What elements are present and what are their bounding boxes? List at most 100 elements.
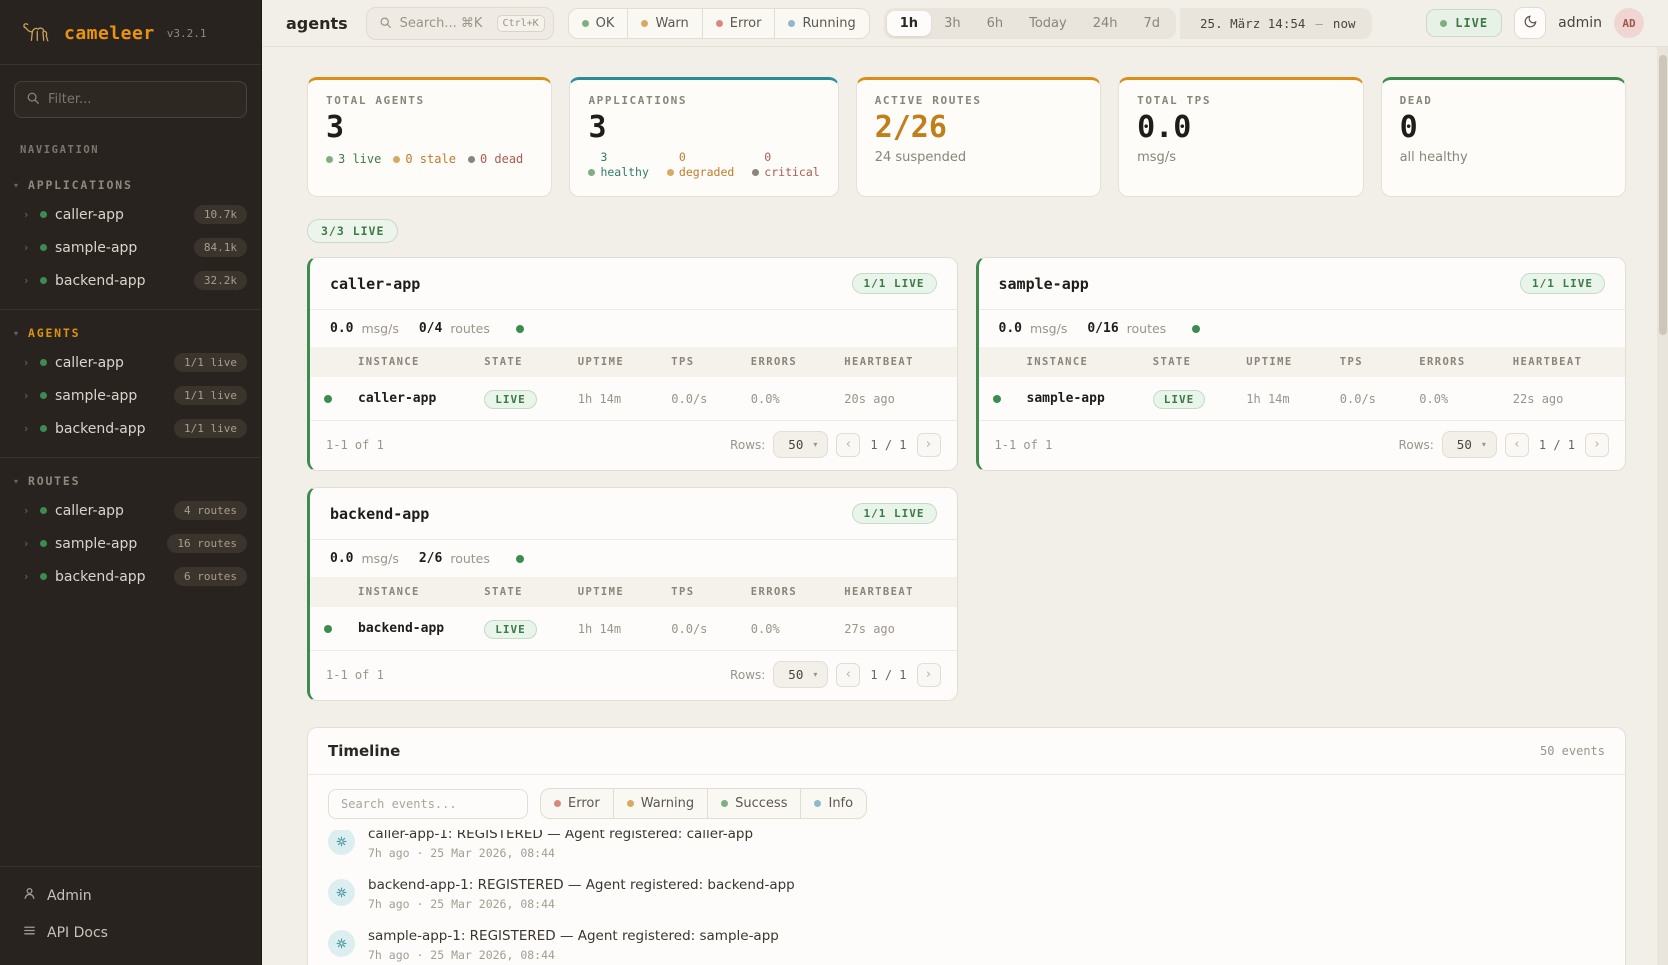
page-scrollbar[interactable] [1657, 47, 1668, 965]
gear-icon [328, 830, 355, 855]
page-indicator: 1 / 1 [868, 438, 908, 452]
timeline-chip-success[interactable]: Success [707, 789, 800, 818]
section-header-applications[interactable]: ▾ APPLICATIONS [0, 172, 261, 198]
chevron-right-icon: › [24, 537, 32, 550]
stat-label: TOTAL AGENTS [326, 94, 533, 107]
event-timestamp: 7h ago · 25 Mar 2026, 08:44 [368, 897, 795, 911]
stat-value: 3 [326, 111, 533, 144]
timeline-chip-error[interactable]: Error [541, 789, 613, 818]
prev-page-button[interactable]: ‹ [1505, 433, 1529, 457]
time-range-today[interactable]: Today [1016, 11, 1080, 36]
table-row[interactable]: backend-app LIVE 1h 14m 0.0/s 0.0% 27s a… [310, 607, 957, 651]
filter-chip-ok[interactable]: OK [569, 9, 628, 38]
prev-page-button[interactable]: ‹ [836, 433, 860, 457]
timeline-event[interactable]: backend-app-1: REGISTERED — Agent regist… [328, 869, 1605, 920]
time-range-3h[interactable]: 3h [931, 11, 974, 36]
sidebar-item-routes-backend-app[interactable]: › backend-app 6 routes [0, 560, 261, 593]
chip-label: Warning [641, 796, 694, 811]
next-page-button[interactable]: › [1585, 433, 1609, 457]
sidebar-item-admin[interactable]: Admin [0, 877, 261, 914]
app-card-title[interactable]: sample-app [999, 275, 1089, 293]
sidebar-item-routes-sample-app[interactable]: › sample-app 16 routes [0, 527, 261, 560]
app-card-title[interactable]: backend-app [330, 505, 429, 523]
filter-field[interactable] [48, 92, 235, 107]
col-heartbeat: HEARTBEAT [1513, 356, 1611, 368]
section-title: AGENTS [28, 326, 80, 340]
footer-label: Admin [47, 888, 92, 904]
rows-per-page-select[interactable]: 50 ▾ [1442, 431, 1497, 458]
sidebar-footer: Admin API Docs [0, 866, 261, 965]
scrollbar-thumb[interactable] [1659, 55, 1667, 335]
stat-value: 0.0 [1137, 111, 1344, 144]
date-range-display[interactable]: 25. März 14:54 — now [1180, 8, 1371, 39]
event-title: sample-app-1: REGISTERED — Agent registe… [368, 928, 779, 944]
date-range-end: now [1333, 16, 1356, 31]
stale-dot [393, 156, 400, 163]
cell-errors: 0.0% [751, 392, 845, 406]
timeline-event[interactable]: caller-app-1: REGISTERED — Agent registe… [328, 830, 1605, 869]
item-label: sample-app [55, 240, 186, 256]
col-tps: TPS [1340, 356, 1420, 368]
moon-icon [1523, 14, 1538, 33]
sidebar-item-agents-sample-app[interactable]: › sample-app 1/1 live [0, 379, 261, 412]
time-range-7d[interactable]: 7d [1131, 11, 1174, 36]
cell-uptime: 1h 14m [578, 392, 672, 406]
col-errors: ERRORS [751, 356, 845, 368]
table-row[interactable]: caller-app LIVE 1h 14m 0.0/s 0.0% 20s ag… [310, 377, 957, 421]
timeline-event[interactable]: sample-app-1: REGISTERED — Agent registe… [328, 920, 1605, 965]
sidebar-item-agents-backend-app[interactable]: › backend-app 1/1 live [0, 412, 261, 445]
col-instance: INSTANCE [358, 586, 484, 598]
live-label: LIVE [1455, 16, 1488, 30]
sidebar-item-applications-sample-app[interactable]: › sample-app 84.1k [0, 231, 261, 264]
timeline-chip-warning[interactable]: Warning [613, 789, 707, 818]
sidebar-item-agents-caller-app[interactable]: › caller-app 1/1 live [0, 346, 261, 379]
col-errors: ERRORS [751, 586, 845, 598]
timeline-search-input[interactable] [328, 789, 528, 819]
app-logo[interactable]: cameleer v3.2.1 [0, 0, 261, 64]
time-range-6h[interactable]: 6h [974, 11, 1017, 36]
avatar[interactable]: AD [1614, 8, 1644, 38]
timeline-events-list[interactable]: caller-app-1: REGISTERED — Agent registe… [308, 830, 1625, 965]
status-dot [40, 540, 47, 547]
chevron-down-icon: ▾ [813, 670, 817, 679]
time-range-1h[interactable]: 1h [887, 11, 931, 36]
cell-uptime: 1h 14m [1246, 392, 1340, 406]
col-instance: INSTANCE [1027, 356, 1153, 368]
sidebar-item-routes-caller-app[interactable]: › caller-app 4 routes [0, 494, 261, 527]
nav-section-routes: ▾ ROUTES › caller-app 4 routes › sample-… [0, 458, 261, 605]
global-search-input[interactable]: Search... ⌘K Ctrl+K [366, 7, 554, 40]
filter-chip-running[interactable]: Running [774, 9, 868, 38]
status-dot [40, 211, 47, 218]
sidebar-item-api-docs[interactable]: API Docs [0, 914, 261, 951]
filter-chip-error[interactable]: Error [702, 9, 775, 38]
cell-tps: 0.0/s [671, 392, 751, 406]
prev-page-button[interactable]: ‹ [836, 663, 860, 687]
cell-heartbeat: 27s ago [844, 622, 942, 636]
sidebar-item-applications-caller-app[interactable]: › caller-app 10.7k [0, 198, 261, 231]
live-dot [326, 156, 333, 163]
theme-toggle-button[interactable] [1514, 7, 1546, 39]
live-status-badge[interactable]: LIVE [1426, 9, 1502, 37]
rows-per-page-select[interactable]: 50 ▾ [773, 661, 828, 688]
sidebar-item-applications-backend-app[interactable]: › backend-app 32.2k [0, 264, 261, 297]
status-dot [40, 277, 47, 284]
next-page-button[interactable]: › [917, 663, 941, 687]
next-page-button[interactable]: › [917, 433, 941, 457]
caret-icon: ▾ [14, 329, 18, 338]
status-dot [40, 244, 47, 251]
section-header-routes[interactable]: ▾ ROUTES [0, 468, 261, 494]
status-dot [324, 395, 332, 403]
stat-card-active-routes: ACTIVE ROUTES 2/26 24 suspended [856, 77, 1101, 197]
section-header-agents[interactable]: ▾ AGENTS [0, 320, 261, 346]
table-row[interactable]: sample-app LIVE 1h 14m 0.0/s 0.0% 22s ag… [979, 377, 1626, 421]
app-card-title[interactable]: caller-app [330, 275, 420, 293]
cell-instance: sample-app [1027, 391, 1153, 406]
nav-section-applications: ▾ APPLICATIONS › caller-app 10.7k › samp… [0, 162, 261, 309]
rows-per-page-select[interactable]: 50 ▾ [773, 431, 828, 458]
sidebar-filter-input[interactable] [14, 81, 247, 118]
filter-chip-warn[interactable]: Warn [627, 9, 701, 38]
stat-word: degraded [679, 165, 734, 180]
time-range-24h[interactable]: 24h [1080, 11, 1131, 36]
timeline-chip-info[interactable]: Info [800, 789, 866, 818]
stat-detail: 0 dead [480, 152, 523, 166]
